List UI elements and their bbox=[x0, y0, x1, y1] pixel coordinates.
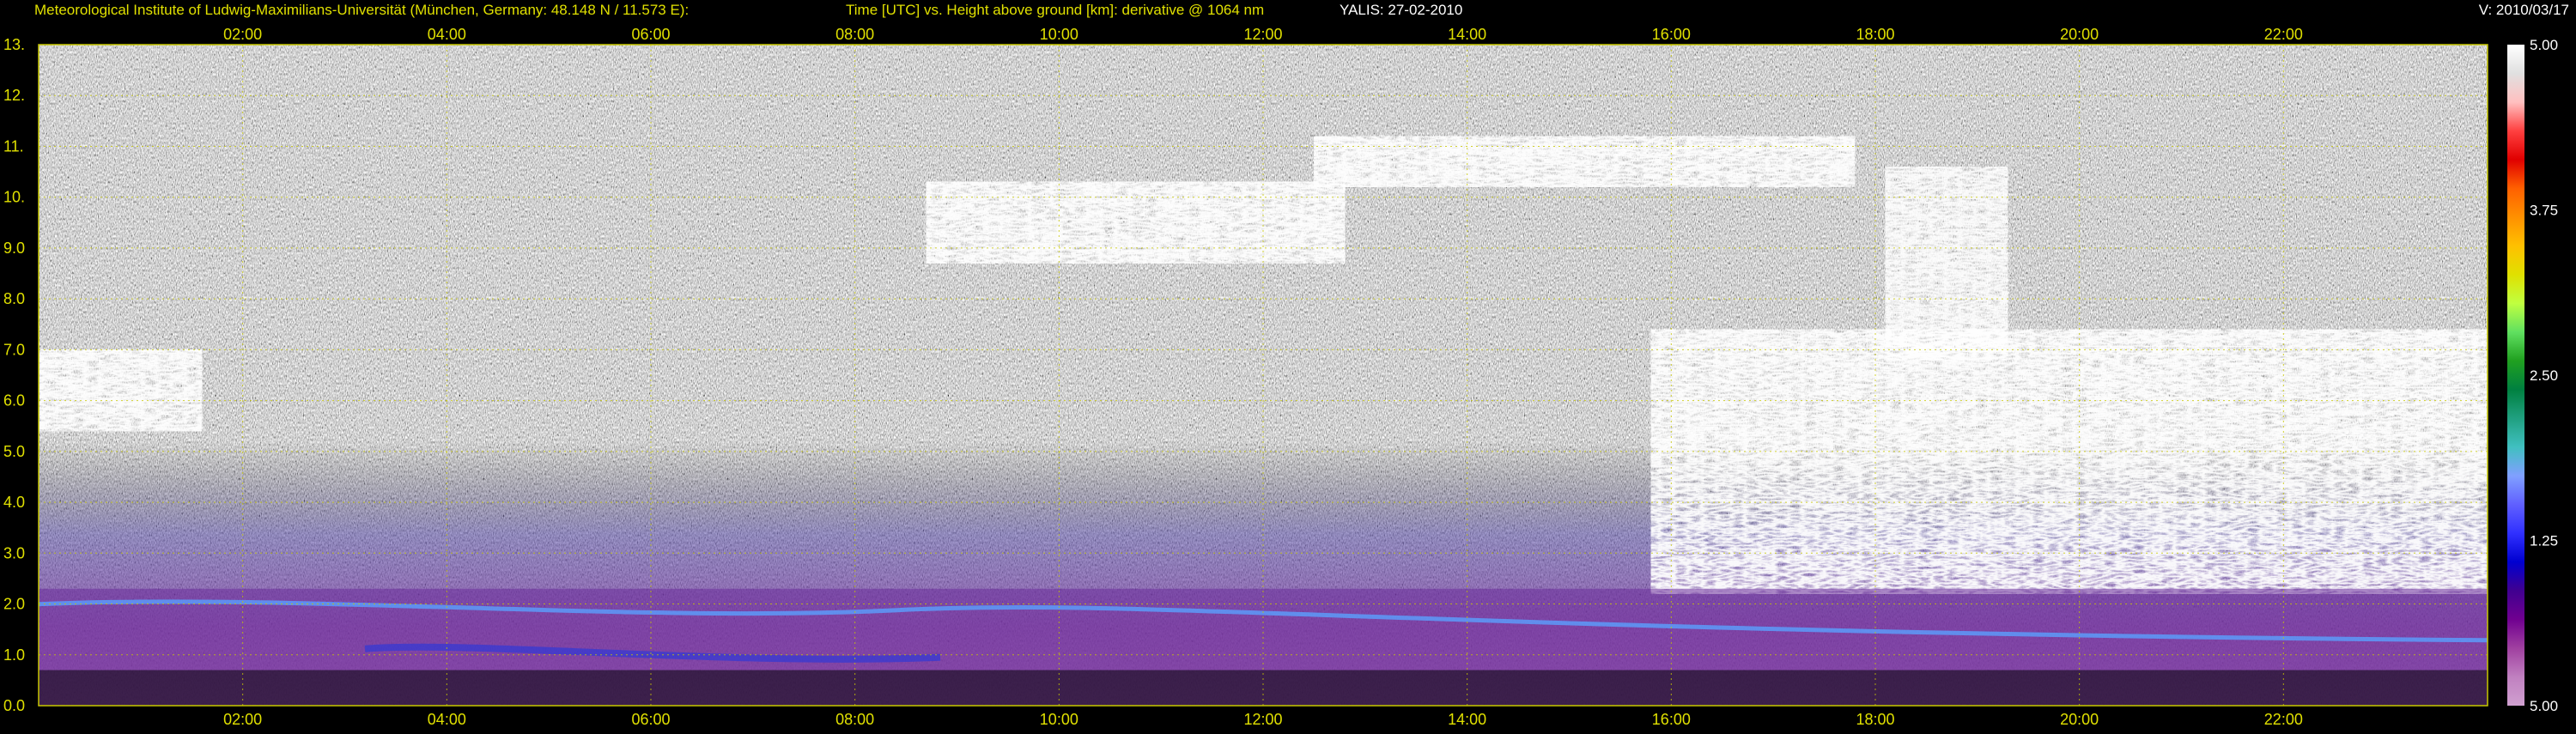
y-tick-label: 11. bbox=[3, 137, 24, 155]
colorbar-label: 5.00 bbox=[2530, 698, 2558, 714]
version-label: V: 2010/03/17 bbox=[2478, 2, 2569, 18]
x-tick-label-bottom: 16:00 bbox=[1652, 711, 1691, 728]
x-tick-label-top: 10:00 bbox=[1040, 26, 1078, 43]
chart-svg: 13. 12. 11. 10. 9.0 8.0 7.0 6.0 5.0 4.0 3.0 2.0 1.0 0… bbox=[0, 0, 2576, 730]
feature-cirrus_upper bbox=[1314, 136, 1856, 187]
y-tick-label: 0.0 bbox=[3, 697, 25, 714]
y-tick-label: 6.0 bbox=[3, 392, 25, 409]
x-tick-label-top: 04:00 bbox=[428, 26, 466, 43]
x-tick-label-bottom: 02:00 bbox=[223, 711, 262, 728]
colorbar-label: 2.50 bbox=[2530, 367, 2558, 384]
x-tick-label-bottom: 12:00 bbox=[1243, 711, 1282, 728]
x-tick-label-top: 22:00 bbox=[2264, 26, 2303, 43]
x-tick-label-bottom: 22:00 bbox=[2264, 711, 2303, 728]
x-tick-label-bottom: 14:00 bbox=[1448, 711, 1486, 728]
x-tick-label-top: 02:00 bbox=[223, 26, 262, 43]
y-tick-label: 13. bbox=[3, 36, 25, 53]
x-tick-label-top: 06:00 bbox=[631, 26, 670, 43]
y-tick-label: 1.0 bbox=[3, 646, 25, 664]
colorbar-label: 3.75 bbox=[2530, 203, 2558, 219]
x-tick-label-top: 16:00 bbox=[1652, 26, 1691, 43]
y-tick-label: 8.0 bbox=[3, 290, 25, 307]
colorbar-scale bbox=[2507, 45, 2524, 706]
x-tick-label-bottom: 04:00 bbox=[428, 711, 466, 728]
x-tick-label-top: 14:00 bbox=[1448, 26, 1486, 43]
x-tick-label-bottom: 20:00 bbox=[2060, 711, 2099, 728]
x-tick-label-top: 18:00 bbox=[1856, 26, 1894, 43]
x-tick-label-top: 08:00 bbox=[835, 26, 874, 43]
y-tick-label: 4.0 bbox=[3, 494, 25, 511]
y-tick-label: 5.0 bbox=[3, 443, 25, 460]
colorbar-label: 1.25 bbox=[2530, 533, 2558, 549]
instrument-date: YALIS: 27-02-2010 bbox=[1340, 2, 1463, 18]
x-tick-label-top: 12:00 bbox=[1243, 26, 1282, 43]
lidar-plot: 13. 12. 11. 10. 9.0 8.0 7.0 6.0 5.0 4.0 3.0 2.0 1.0 0… bbox=[0, 0, 2576, 730]
y-tick-label: 3.0 bbox=[3, 544, 25, 561]
feature-cloud_left bbox=[39, 349, 203, 432]
x-tick-label-top: 20:00 bbox=[2060, 26, 2099, 43]
institute-title: Meteorological Institute of Ludwig-Maxim… bbox=[34, 2, 690, 18]
y-tick-label: 9.0 bbox=[3, 240, 25, 257]
y-tick-label: 7.0 bbox=[3, 341, 25, 358]
x-tick-label-bottom: 18:00 bbox=[1856, 711, 1894, 728]
x-tick-label-bottom: 06:00 bbox=[631, 711, 670, 728]
x-tick-label-bottom: 10:00 bbox=[1040, 711, 1078, 728]
colorbar-label: 5.00 bbox=[2530, 37, 2558, 53]
y-tick-label: 2.0 bbox=[3, 596, 25, 613]
x-tick-label-bottom: 08:00 bbox=[835, 711, 874, 728]
feature-cirrus_mid bbox=[926, 181, 1346, 264]
y-tick-label: 10. bbox=[3, 189, 25, 206]
y-tick-label: 12. bbox=[3, 87, 25, 104]
plot-description: Time [UTC] vs. Height above ground [km]:… bbox=[846, 2, 1265, 18]
